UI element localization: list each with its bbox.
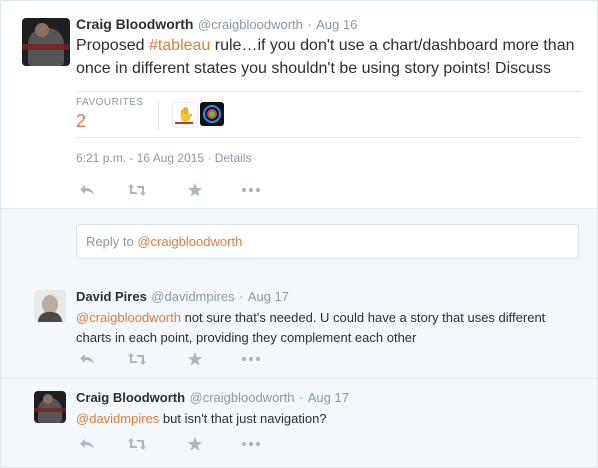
tweet-text-part: but isn't that just navigation? bbox=[159, 411, 327, 426]
author-handle[interactable]: @craigbloodworth bbox=[190, 390, 295, 405]
tweet-date[interactable]: Aug 16 bbox=[316, 17, 357, 32]
star-icon[interactable] bbox=[184, 434, 206, 454]
favourites-count[interactable]: 2 bbox=[76, 111, 86, 132]
tweet-text: @craigbloodworth not sure that's needed.… bbox=[76, 308, 571, 348]
tweet-text-part: Proposed bbox=[76, 37, 149, 54]
reply-tweet: Craig Bloodworth @craigbloodworth · Aug … bbox=[1, 379, 597, 467]
star-icon[interactable] bbox=[184, 180, 206, 200]
reply-icon[interactable] bbox=[76, 434, 98, 454]
author-handle[interactable]: @craigbloodworth bbox=[198, 17, 303, 32]
reply-icon[interactable] bbox=[76, 180, 98, 200]
more-icon[interactable] bbox=[240, 434, 262, 454]
details-link[interactable]: Details bbox=[215, 151, 252, 165]
more-icon[interactable] bbox=[240, 349, 262, 369]
retweet-icon[interactable] bbox=[126, 180, 148, 200]
separator-dot: · bbox=[307, 17, 312, 32]
separator-dot: · bbox=[207, 151, 212, 165]
tweet-stats: FAVOURITES 2 ✋ bbox=[76, 91, 581, 138]
separator-dot: · bbox=[239, 289, 244, 304]
separator-dot: · bbox=[298, 390, 304, 405]
avatar[interactable] bbox=[34, 391, 66, 423]
tweet-text: Proposed #tableau rule…if you don't use … bbox=[76, 34, 586, 80]
retweet-icon[interactable] bbox=[126, 434, 148, 454]
tweet-header: Craig Bloodworth @craigbloodworth · Aug … bbox=[76, 389, 349, 407]
tweet-timestamp: 6:21 p.m. - 16 Aug 2015 · Details bbox=[76, 151, 251, 165]
timestamp-text: 6:21 p.m. - 16 Aug 2015 bbox=[76, 151, 205, 165]
more-icon[interactable] bbox=[240, 180, 262, 200]
author-handle[interactable]: @davidmpires bbox=[151, 289, 234, 304]
tweet-date[interactable]: Aug 17 bbox=[248, 289, 289, 304]
avatar[interactable] bbox=[34, 290, 66, 322]
retweet-icon[interactable] bbox=[126, 349, 148, 369]
favoriter-avatar[interactable] bbox=[200, 102, 224, 126]
mention-link[interactable]: @davidmpires bbox=[76, 411, 159, 426]
main-tweet: Craig Bloodworth @craigbloodworth · Aug … bbox=[1, 1, 597, 208]
reply-icon[interactable] bbox=[76, 349, 98, 369]
hashtag-link[interactable]: #tableau bbox=[149, 37, 210, 54]
avatar[interactable] bbox=[22, 18, 70, 66]
stats-divider bbox=[158, 100, 159, 130]
reply-input[interactable]: Reply to @craigbloodworth bbox=[76, 224, 579, 259]
star-icon[interactable] bbox=[184, 349, 206, 369]
reply-mention: @craigbloodworth bbox=[137, 234, 243, 249]
mention-link[interactable]: @craigbloodworth bbox=[76, 310, 181, 325]
tweet-header: Craig Bloodworth @craigbloodworth · Aug … bbox=[76, 16, 357, 34]
reply-tweet: David Pires @davidmpires · Aug 17 @craig… bbox=[1, 277, 597, 379]
author-name[interactable]: Craig Bloodworth bbox=[76, 16, 193, 32]
favoriter-avatar[interactable]: ✋ bbox=[172, 102, 198, 128]
reply-prefix: Reply to bbox=[86, 234, 138, 249]
tweet-text: @davidmpires but isn't that just navigat… bbox=[76, 409, 571, 429]
favourites-label: FAVOURITES bbox=[76, 97, 144, 108]
author-name[interactable]: David Pires bbox=[76, 289, 147, 304]
reply-placeholder: Reply to @craigbloodworth bbox=[86, 234, 242, 249]
reply-area: Reply to @craigbloodworth bbox=[1, 208, 597, 278]
tweet-conversation: Craig Bloodworth @craigbloodworth · Aug … bbox=[0, 0, 598, 468]
author-name[interactable]: Craig Bloodworth bbox=[76, 390, 185, 405]
tweet-header: David Pires @davidmpires · Aug 17 bbox=[76, 288, 289, 306]
tweet-date[interactable]: Aug 17 bbox=[308, 390, 349, 405]
